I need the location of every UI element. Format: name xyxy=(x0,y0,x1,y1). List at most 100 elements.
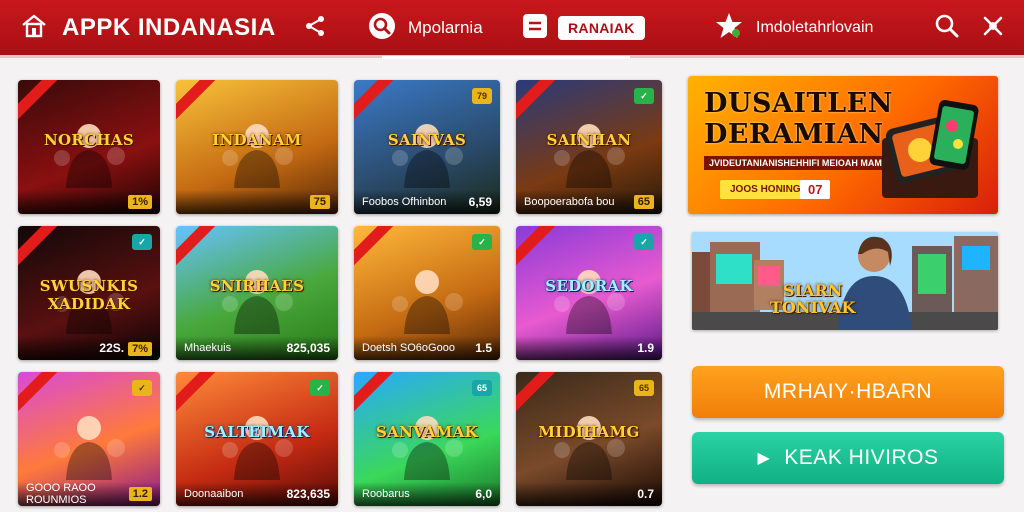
game-card[interactable]: NORCHAS 1% xyxy=(18,80,160,214)
game-character-art xyxy=(392,124,463,188)
card-footer-value: 6,59 xyxy=(468,195,492,209)
hot-ribbon xyxy=(18,372,60,413)
game-card[interactable]: 65 SANVAMAK Roobarus 6,0 xyxy=(354,372,500,506)
promo-headline-line-2: DERAMIAN xyxy=(704,119,884,150)
game-title: SANVAMAK xyxy=(376,422,478,441)
card-corner-badge: ✓ xyxy=(132,234,152,250)
card-footer-value: 823,635 xyxy=(286,487,330,501)
search-icon xyxy=(934,13,960,44)
promo-banner-primary[interactable]: DUSAITLEN DERAMIAN JVIDEUTANIANISHEHHIFI… xyxy=(688,76,998,214)
card-footer: GOOO RAOO ROUNMIOS 1.2 xyxy=(18,482,160,506)
card-footer: Foobos Ofhinbon 6,59 xyxy=(354,190,500,214)
game-title: SEDORAK xyxy=(545,276,633,295)
primary-action-button[interactable]: MRHAIY·HBARN xyxy=(692,366,1004,418)
game-title: SAINHAN xyxy=(546,130,632,149)
card-footer-right: 6,59 xyxy=(469,195,492,209)
brand-title: APPK INDANASIA xyxy=(62,14,276,41)
promo-subline: JVIDEUTANIANISHEHHIFI MEIOAH MAMEN xyxy=(704,156,900,170)
game-card[interactable]: INDANAM 75 xyxy=(176,80,338,214)
card-footer-right: 6,0 xyxy=(475,487,492,501)
card-corner-badge: 65 xyxy=(472,380,492,396)
game-card[interactable]: ✓ SAINHAN Boopoerabofa bou 65 xyxy=(516,80,662,214)
game-card[interactable]: ✓ SEDORAK 1.9 xyxy=(516,226,662,360)
card-footer-value: 6,0 xyxy=(475,487,492,501)
search-button[interactable] xyxy=(934,0,960,56)
game-title: SAINVAS xyxy=(387,130,467,149)
star-icon xyxy=(714,11,744,46)
share-button[interactable] xyxy=(304,0,326,56)
game-card[interactable]: ✓ SALTEIMAK Doonaaibon 823,635 xyxy=(176,372,338,506)
card-corner-badge: 79 xyxy=(472,88,492,104)
card-footer-right: 825,035 xyxy=(287,341,330,355)
card-footer-right: 0.7 xyxy=(637,487,654,501)
card-footer-right: 22S. 7% xyxy=(99,341,152,356)
secondary-action-label: KEAK HIVIROS xyxy=(784,446,939,469)
card-footer-badge: 65 xyxy=(633,195,654,209)
game-character-art xyxy=(222,124,293,188)
hot-ribbon xyxy=(516,226,558,267)
primary-action-label: MRHAIY·HBARN xyxy=(763,380,933,403)
top-nav-bar: APPK INDANASIA Mpolarnia RANAIAK Imdolet… xyxy=(0,0,1024,58)
card-corner-badge: ✓ xyxy=(132,380,152,396)
home-icon xyxy=(20,12,48,45)
game-title: NORCHAS xyxy=(44,130,134,149)
game-card[interactable]: ✓ GOOO RAOO ROUNMIOS 1.2 xyxy=(18,372,160,506)
card-footer-value: 1.5 xyxy=(475,341,492,355)
card-corner-badge: 65 xyxy=(634,380,654,396)
card-footer: 0.7 xyxy=(516,482,662,506)
card-footer: Roobarus 6,0 xyxy=(354,482,500,506)
nav-item-label: Imdoletahrlovain xyxy=(756,19,874,36)
game-character-art xyxy=(554,124,625,188)
hot-ribbon xyxy=(176,226,218,267)
nav-item-favorites[interactable]: Imdoletahrlovain xyxy=(714,0,873,56)
game-card[interactable]: SNIRHAES Mhaekuis 825,035 xyxy=(176,226,338,360)
game-card[interactable]: 79 SAINVAS Foobos Ofhinbon 6,59 xyxy=(354,80,500,214)
card-footer: Doetsh SO6oGooo 1.5 xyxy=(354,336,500,360)
card-footer-right: 75 xyxy=(306,195,330,209)
card-footer-text: Mhaekuis xyxy=(184,342,232,354)
close-button[interactable] xyxy=(982,0,1004,56)
hot-ribbon xyxy=(354,372,396,413)
active-tab-indicator xyxy=(382,56,630,59)
card-corner-badge: ✓ xyxy=(472,234,492,250)
nav-item-menu[interactable]: RANAIAK xyxy=(522,0,645,56)
card-footer: Mhaekuis 825,035 xyxy=(176,336,338,360)
nav-item-label: Mpolarnia xyxy=(408,18,483,37)
card-footer-right: 1.5 xyxy=(475,341,492,355)
game-character-art xyxy=(392,416,463,480)
card-footer-right: 823,635 xyxy=(287,487,330,501)
game-character-art xyxy=(392,270,463,334)
card-footer-text: Foobos Ofhinbon xyxy=(362,196,447,208)
game-title: SWUSNKIS XADIDAK xyxy=(39,276,139,313)
secondary-action-button[interactable]: ▶ KEAK HIVIROS xyxy=(692,432,1004,484)
game-card[interactable]: ✓ Doetsh SO6oGooo 1.5 xyxy=(354,226,500,360)
game-card[interactable]: 65 MIDIHAMG 0.7 xyxy=(516,372,662,506)
promo-badge: 07 xyxy=(800,180,831,199)
card-footer-text: Doonaaibon xyxy=(184,488,244,500)
game-card[interactable]: ✓ SWUSNKIS XADIDAK 22S. 7% xyxy=(18,226,160,360)
card-footer-badge: 7% xyxy=(128,342,152,356)
game-title: SALTEIMAK xyxy=(204,422,310,441)
card-corner-badge: ✓ xyxy=(310,380,330,396)
game-title: SNIRHAES xyxy=(209,276,305,295)
phone-illustration xyxy=(882,99,979,198)
card-footer: 75 xyxy=(176,190,338,214)
hot-ribbon xyxy=(354,80,396,121)
hot-ribbon xyxy=(18,80,60,121)
card-footer-right: 1.9 xyxy=(637,341,654,355)
nav-item-search[interactable]: Mpolarnia xyxy=(368,0,483,56)
brand[interactable]: APPK INDANASIA xyxy=(20,0,276,56)
card-footer: 1% xyxy=(18,190,160,214)
game-character-art xyxy=(554,416,625,480)
card-footer: 1.9 xyxy=(516,336,662,360)
list-icon xyxy=(522,13,548,44)
card-footer-text: GOOO RAOO ROUNMIOS xyxy=(26,482,96,506)
promo-banner-secondary[interactable]: SIARN TONIVAK xyxy=(692,232,998,330)
card-footer-value: 825,035 xyxy=(286,341,330,355)
promo2-headline-line-1: SIARN xyxy=(783,281,843,300)
card-footer-right: 1% xyxy=(124,195,152,209)
game-character-art xyxy=(222,270,293,334)
card-corner-badge: ✓ xyxy=(634,88,654,104)
share-icon xyxy=(304,15,326,42)
promo2-headline-line-2: TONIVAK xyxy=(770,298,856,317)
